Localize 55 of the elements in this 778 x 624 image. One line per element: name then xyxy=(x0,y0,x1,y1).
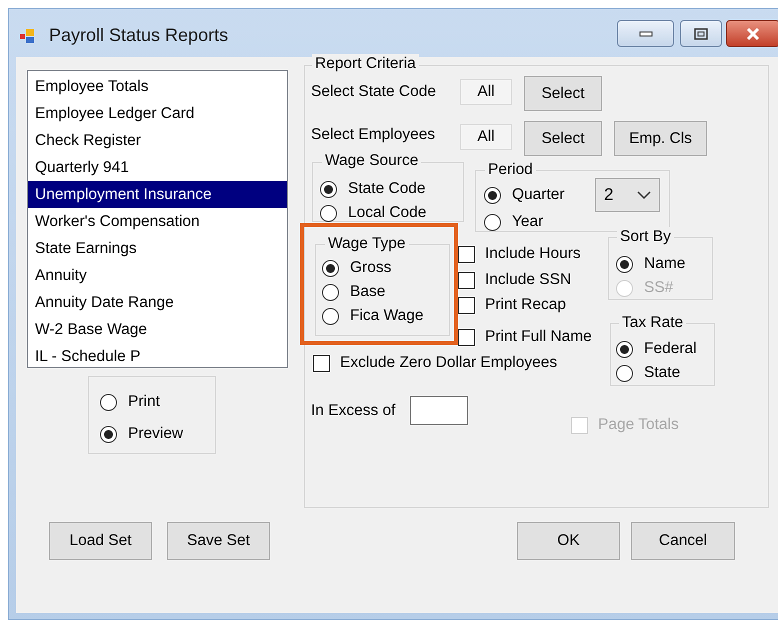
maximize-icon xyxy=(694,28,708,40)
close-button[interactable] xyxy=(726,20,778,47)
report-list-item[interactable]: Employee Ledger Card xyxy=(28,100,287,127)
radio-button[interactable]: Federal xyxy=(616,339,697,359)
radio-button[interactable]: Base xyxy=(322,282,424,302)
value-field: All xyxy=(460,79,512,105)
radio-button[interactable]: Preview xyxy=(100,424,184,444)
select-button[interactable]: Select xyxy=(524,76,602,111)
close-icon xyxy=(745,28,761,40)
radio-button[interactable]: Year xyxy=(484,212,565,232)
radio-button[interactable]: Print xyxy=(100,392,184,412)
checkbox[interactable]: Print Recap xyxy=(458,295,566,315)
radio-button[interactable]: Gross xyxy=(322,258,424,278)
checkbox[interactable]: Include Hours xyxy=(458,244,581,264)
load-set-button[interactable]: Load Set xyxy=(49,522,152,560)
save-set-button[interactable]: Save Set xyxy=(167,522,270,560)
radio-button[interactable]: Local Code xyxy=(320,203,426,223)
field-label: Select Employees xyxy=(311,125,436,145)
report-list-item[interactable]: State Earnings xyxy=(28,235,287,262)
minimize-button[interactable] xyxy=(617,20,674,47)
amount-field[interactable] xyxy=(410,396,468,425)
group-title: Wage Source xyxy=(322,151,422,171)
report-list-item[interactable]: Quarterly 941 xyxy=(28,154,287,181)
field-label: Select State Code xyxy=(311,82,436,102)
field-label: In Excess of xyxy=(311,401,396,421)
radio-button[interactable]: Name xyxy=(616,254,686,274)
group-title: Report Criteria xyxy=(312,54,419,74)
radio-button[interactable]: State Code xyxy=(320,179,426,199)
app-icon xyxy=(20,28,36,44)
report-list-item[interactable]: Worker's Compensation xyxy=(28,208,287,235)
report-list-item[interactable]: Check Register xyxy=(28,127,287,154)
checkbox[interactable]: Print Full Name xyxy=(458,327,592,347)
value-field: All xyxy=(460,124,512,150)
radio-button[interactable]: Fica Wage xyxy=(322,306,424,326)
group-title: Wage Type xyxy=(325,234,409,254)
radio-button[interactable]: State xyxy=(616,363,697,383)
report-list-item[interactable]: IL - Schedule P xyxy=(28,343,287,370)
select-button[interactable]: Select xyxy=(524,121,602,156)
maximize-button[interactable] xyxy=(680,20,722,47)
checkbox[interactable]: Include SSN xyxy=(458,270,572,290)
cancel-button[interactable]: Cancel xyxy=(631,522,735,560)
report-list-item[interactable]: W-2 Base Wage xyxy=(28,316,287,343)
report-list-item[interactable]: Annuity xyxy=(28,262,287,289)
report-list-item[interactable]: Employee Totals xyxy=(28,73,287,100)
group-title: Sort By xyxy=(617,227,674,247)
checkbox[interactable]: Exclude Zero Dollar Employees xyxy=(313,353,558,373)
report-list-item[interactable]: Annuity Date Range xyxy=(28,289,287,316)
emp-cls-button[interactable]: Emp. Cls xyxy=(614,121,707,156)
chevron-down-icon xyxy=(637,190,651,200)
radio-button[interactable]: Quarter xyxy=(484,185,565,205)
quarter-dropdown[interactable]: 2 xyxy=(595,178,660,212)
report-list-item[interactable]: Unemployment Insurance xyxy=(28,181,287,208)
minimize-icon xyxy=(638,30,652,36)
window-title: Payroll Status Reports xyxy=(49,25,228,46)
ok-button[interactable]: OK xyxy=(517,522,620,560)
